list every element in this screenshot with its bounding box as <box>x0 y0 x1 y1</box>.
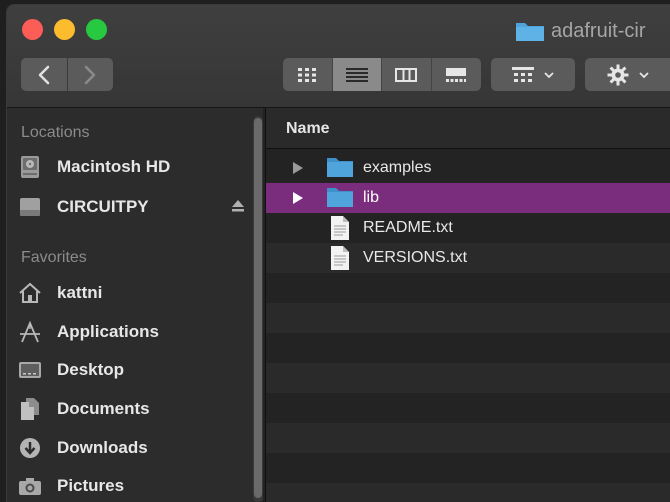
view-mode-control <box>283 58 481 91</box>
disclosure-triangle-icon[interactable] <box>292 191 304 205</box>
sidebar-item-label: Macintosh HD <box>57 157 171 176</box>
list-view-icon <box>345 67 368 82</box>
empty-row <box>266 423 670 453</box>
file-name: VERSIONS.txt <box>363 249 468 266</box>
sidebar-item-label: Downloads <box>57 438 148 457</box>
empty-row <box>266 483 670 502</box>
empty-row <box>266 363 670 393</box>
file-row-versions[interactable]: VERSIONS.txt <box>266 243 670 273</box>
chevron-left-icon <box>38 65 50 84</box>
file-row-lib[interactable]: lib <box>266 183 670 213</box>
folder-icon <box>327 158 353 177</box>
sidebar-item-label: Desktop <box>57 360 125 379</box>
sidebar-item-macintosh-hd[interactable]: Macintosh HD <box>17 150 253 184</box>
empty-row <box>266 333 670 363</box>
chevron-right-icon <box>84 65 96 84</box>
finder-window: adafruit-cir Locations Macintosh HD CIRC… <box>6 4 670 502</box>
sidebar-header-locations: Locations <box>21 124 90 141</box>
file-row-readme[interactable]: README.txt <box>266 213 670 243</box>
column-view-icon <box>395 67 418 82</box>
gallery-view-icon <box>446 67 467 82</box>
icon-view-button[interactable] <box>283 58 333 91</box>
sidebar-item-label: Documents <box>57 399 150 418</box>
group-by-button[interactable] <box>491 58 575 91</box>
sidebar-item-kattni[interactable]: kattni <box>17 276 253 310</box>
text-file-icon <box>331 246 349 270</box>
sidebar-scrollbar-thumb[interactable] <box>254 118 262 498</box>
folder-icon <box>516 23 544 41</box>
column-header-name[interactable]: Name <box>286 120 330 138</box>
empty-row <box>266 303 670 333</box>
applications-icon <box>17 319 43 345</box>
close-window-button[interactable] <box>22 19 43 40</box>
file-list: Name examples lib README.txt VERSIONS.tx… <box>265 108 670 502</box>
text-file-icon <box>331 216 349 240</box>
sidebar-item-applications[interactable]: Applications <box>17 315 253 349</box>
list-view-button[interactable] <box>332 58 382 91</box>
gallery-view-button[interactable] <box>432 58 482 91</box>
window-title-text: adafruit-cir <box>551 19 646 42</box>
sidebar: Locations Macintosh HD CIRCUITPY Favorit… <box>7 108 263 502</box>
sidebar-item-documents[interactable]: Documents <box>17 392 253 426</box>
window-title: adafruit-cir <box>515 18 645 44</box>
column-view-button[interactable] <box>382 58 432 91</box>
file-name: README.txt <box>363 219 453 236</box>
file-row-examples[interactable]: examples <box>266 153 670 183</box>
sidebar-scrollbar[interactable] <box>253 116 263 502</box>
eject-icon[interactable] <box>231 199 245 213</box>
empty-row <box>266 273 670 303</box>
chevron-down-icon <box>639 71 649 78</box>
sidebar-item-pictures[interactable]: Pictures <box>17 469 253 502</box>
sidebar-item-label: Applications <box>57 322 160 341</box>
external-drive-icon <box>17 194 43 220</box>
column-header: Name <box>266 108 670 149</box>
sidebar-item-label: Pictures <box>57 476 125 495</box>
sidebar-item-label: kattni <box>57 283 103 302</box>
sidebar-item-label: CIRCUITPY <box>57 197 149 216</box>
sidebar-item-circuitpy[interactable]: CIRCUITPY <box>17 190 253 224</box>
sidebar-header-favorites: Favorites <box>21 249 87 266</box>
file-name: examples <box>363 159 432 176</box>
empty-row <box>266 393 670 423</box>
toolbar: adafruit-cir <box>7 5 670 108</box>
documents-icon <box>17 396 43 422</box>
camera-icon <box>17 473 43 499</box>
home-icon <box>17 280 43 306</box>
minimize-window-button[interactable] <box>54 19 75 40</box>
chevron-down-icon <box>544 71 554 78</box>
forward-button[interactable] <box>68 58 114 91</box>
disclosure-triangle-icon[interactable] <box>292 161 304 175</box>
hard-drive-icon <box>17 154 43 180</box>
back-button[interactable] <box>21 58 68 91</box>
group-grid-icon <box>512 66 534 82</box>
empty-row <box>266 453 670 483</box>
maximize-window-button[interactable] <box>86 19 107 40</box>
folder-icon <box>327 188 353 207</box>
action-menu-button[interactable] <box>585 58 670 91</box>
sidebar-item-desktop[interactable]: Desktop <box>17 353 253 387</box>
sidebar-item-downloads[interactable]: Downloads <box>17 431 253 465</box>
downloads-icon <box>17 435 43 461</box>
desktop-icon <box>17 357 43 383</box>
icon-view-icon <box>298 67 317 82</box>
navigation-buttons <box>21 58 113 91</box>
gear-icon <box>607 64 629 85</box>
file-name: lib <box>363 189 380 206</box>
